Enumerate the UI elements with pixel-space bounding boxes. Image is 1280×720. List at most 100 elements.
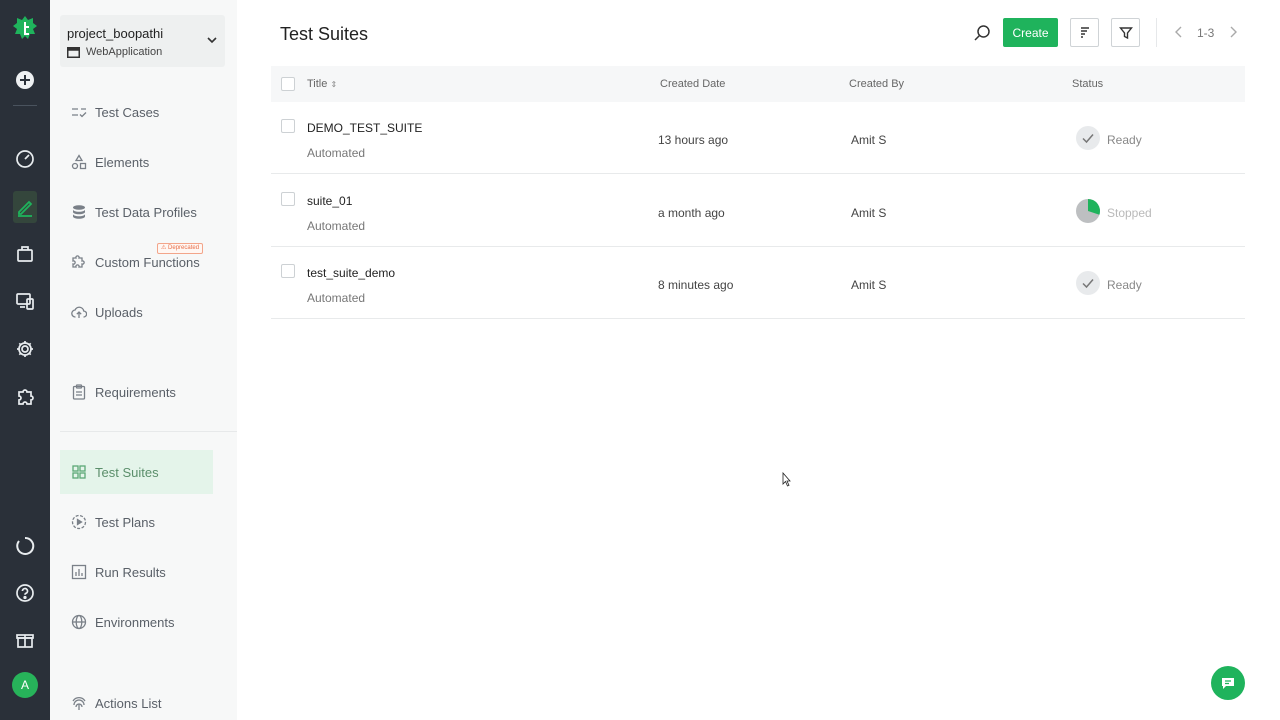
database-icon — [73, 205, 85, 219]
briefcase-icon[interactable] — [15, 244, 35, 264]
created-by: Amit S — [851, 133, 887, 147]
settings-icon[interactable] — [15, 339, 35, 359]
column-header-label: Title — [307, 78, 328, 90]
column-header-status: Status — [1072, 78, 1104, 90]
project-name: project_boopathi — [67, 26, 164, 41]
sort-button[interactable] — [1070, 18, 1099, 47]
select-all-checkbox[interactable] — [281, 77, 295, 91]
chevron-down-icon — [207, 37, 217, 44]
created-date: 8 minutes ago — [658, 278, 734, 292]
puzzle-icon — [72, 255, 85, 268]
table-header: Title ⇕ Created Date Created By Status — [271, 66, 1245, 102]
addons-icon[interactable] — [15, 386, 35, 406]
table-row[interactable]: suite_01 Automated a month ago Amit S St… — [271, 175, 1245, 247]
chat-icon — [1222, 678, 1234, 689]
project-type-label: WebApplication — [86, 46, 163, 58]
sidebar-item-run-results[interactable]: Run Results — [60, 550, 213, 594]
bar-chart-icon — [71, 564, 87, 580]
row-checkbox[interactable] — [281, 192, 295, 206]
filter-button[interactable] — [1111, 18, 1140, 47]
ready-check-icon — [1076, 126, 1100, 150]
project-type: WebApplication — [67, 46, 162, 58]
sidebar-item-test-data-profiles[interactable]: Test Data Profiles — [60, 190, 213, 234]
table-row[interactable]: DEMO_TEST_SUITE Automated 13 hours ago A… — [271, 102, 1245, 174]
created-date: a month ago — [658, 206, 725, 220]
sidebar-item-label: Actions List — [95, 695, 162, 711]
sidebar-item-label: Test Data Profiles — [95, 204, 197, 220]
globe-icon — [71, 614, 87, 630]
sidebar-item-requirements[interactable]: Requirements — [60, 370, 213, 414]
sidebar-item-custom-functions[interactable]: Custom Functions — [60, 240, 213, 284]
checklist-icon — [72, 108, 87, 118]
filter-icon — [1118, 26, 1133, 39]
suite-type: Automated — [307, 291, 366, 305]
play-circle-icon — [71, 514, 87, 530]
gift-icon[interactable] — [15, 630, 35, 650]
row-checkbox[interactable] — [281, 119, 295, 133]
suite-title[interactable]: suite_01 — [307, 194, 352, 208]
status-text: Ready — [1107, 133, 1142, 147]
sidebar-item-uploads[interactable]: Uploads — [60, 290, 213, 334]
sidebar-item-environments[interactable]: Environments — [60, 600, 213, 644]
rail-divider — [13, 105, 37, 106]
ready-check-icon — [1076, 271, 1100, 295]
column-header-created-by: Created By — [849, 78, 905, 90]
browser-window-icon — [67, 46, 80, 58]
sidebar-item-label: Test Suites — [95, 464, 159, 480]
search-icon[interactable] — [973, 24, 991, 42]
dashboard-icon[interactable] — [15, 149, 35, 169]
testsigma-logo-icon[interactable] — [12, 15, 38, 43]
cloud-upload-icon — [71, 306, 87, 318]
sidebar-item-test-plans[interactable]: Test Plans — [60, 500, 213, 544]
app-rail: A — [0, 0, 50, 720]
created-by: Amit S — [851, 206, 887, 220]
create-button[interactable]: Create — [1003, 18, 1058, 47]
column-header-created-date: Created Date — [660, 78, 726, 90]
suite-type: Automated — [307, 219, 366, 233]
fingerprint-icon — [72, 697, 86, 710]
mouse-cursor-icon — [782, 472, 791, 487]
sidebar-item-label: Test Cases — [95, 104, 160, 120]
sidebar-item-label: Uploads — [95, 304, 143, 320]
edit-icon[interactable] — [15, 197, 35, 217]
created-date: 13 hours ago — [658, 133, 729, 147]
page-title: Test Suites — [280, 24, 369, 44]
sidebar-item-test-cases[interactable]: Test Cases — [60, 90, 213, 134]
sort-arrows-icon: ⇕ — [330, 80, 338, 89]
sidebar-item-label: Environments — [95, 614, 175, 630]
sidebar-item-test-suites[interactable]: Test Suites — [60, 450, 213, 494]
sidebar: project_boopathi WebApplication Test Cas… — [50, 0, 237, 720]
suite-title[interactable]: DEMO_TEST_SUITE — [307, 121, 422, 135]
sidebar-item-label: Elements — [95, 154, 150, 170]
pagination-range: 1-3 — [1197, 26, 1215, 40]
suite-type: Automated — [307, 146, 366, 160]
status-text: Ready — [1107, 278, 1142, 292]
sidebar-item-elements[interactable]: Elements — [60, 140, 213, 184]
status-text: Stopped — [1107, 206, 1152, 220]
user-avatar[interactable]: A — [12, 672, 38, 698]
sidebar-item-label: Test Plans — [95, 514, 155, 530]
chevron-right-icon[interactable] — [1227, 26, 1239, 38]
suite-title[interactable]: test_suite_demo — [307, 266, 395, 280]
devices-icon[interactable] — [15, 291, 35, 311]
add-circle-icon[interactable] — [15, 70, 35, 90]
loader-icon[interactable] — [15, 536, 35, 556]
grid-icon — [72, 465, 86, 479]
created-by: Amit S — [851, 278, 887, 292]
sidebar-item-label: Run Results — [95, 564, 166, 580]
sort-icon — [1080, 26, 1089, 38]
clipboard-icon — [72, 384, 86, 400]
column-header-title[interactable]: Title ⇕ — [307, 78, 337, 90]
row-checkbox[interactable] — [281, 264, 295, 278]
help-icon[interactable] — [15, 583, 35, 603]
sidebar-item-label: Custom Functions — [95, 254, 200, 270]
sidebar-item-actions-list[interactable]: Actions List — [60, 681, 213, 720]
chevron-left-icon[interactable] — [1173, 26, 1185, 38]
pager-divider — [1156, 18, 1157, 47]
stopped-pie-icon — [1076, 199, 1100, 223]
sidebar-item-label: Requirements — [95, 384, 176, 400]
project-selector[interactable]: project_boopathi WebApplication — [60, 15, 225, 67]
shapes-icon — [71, 154, 87, 170]
chat-support-button[interactable] — [1211, 666, 1245, 700]
table-row[interactable]: test_suite_demo Automated 8 minutes ago … — [271, 247, 1245, 319]
